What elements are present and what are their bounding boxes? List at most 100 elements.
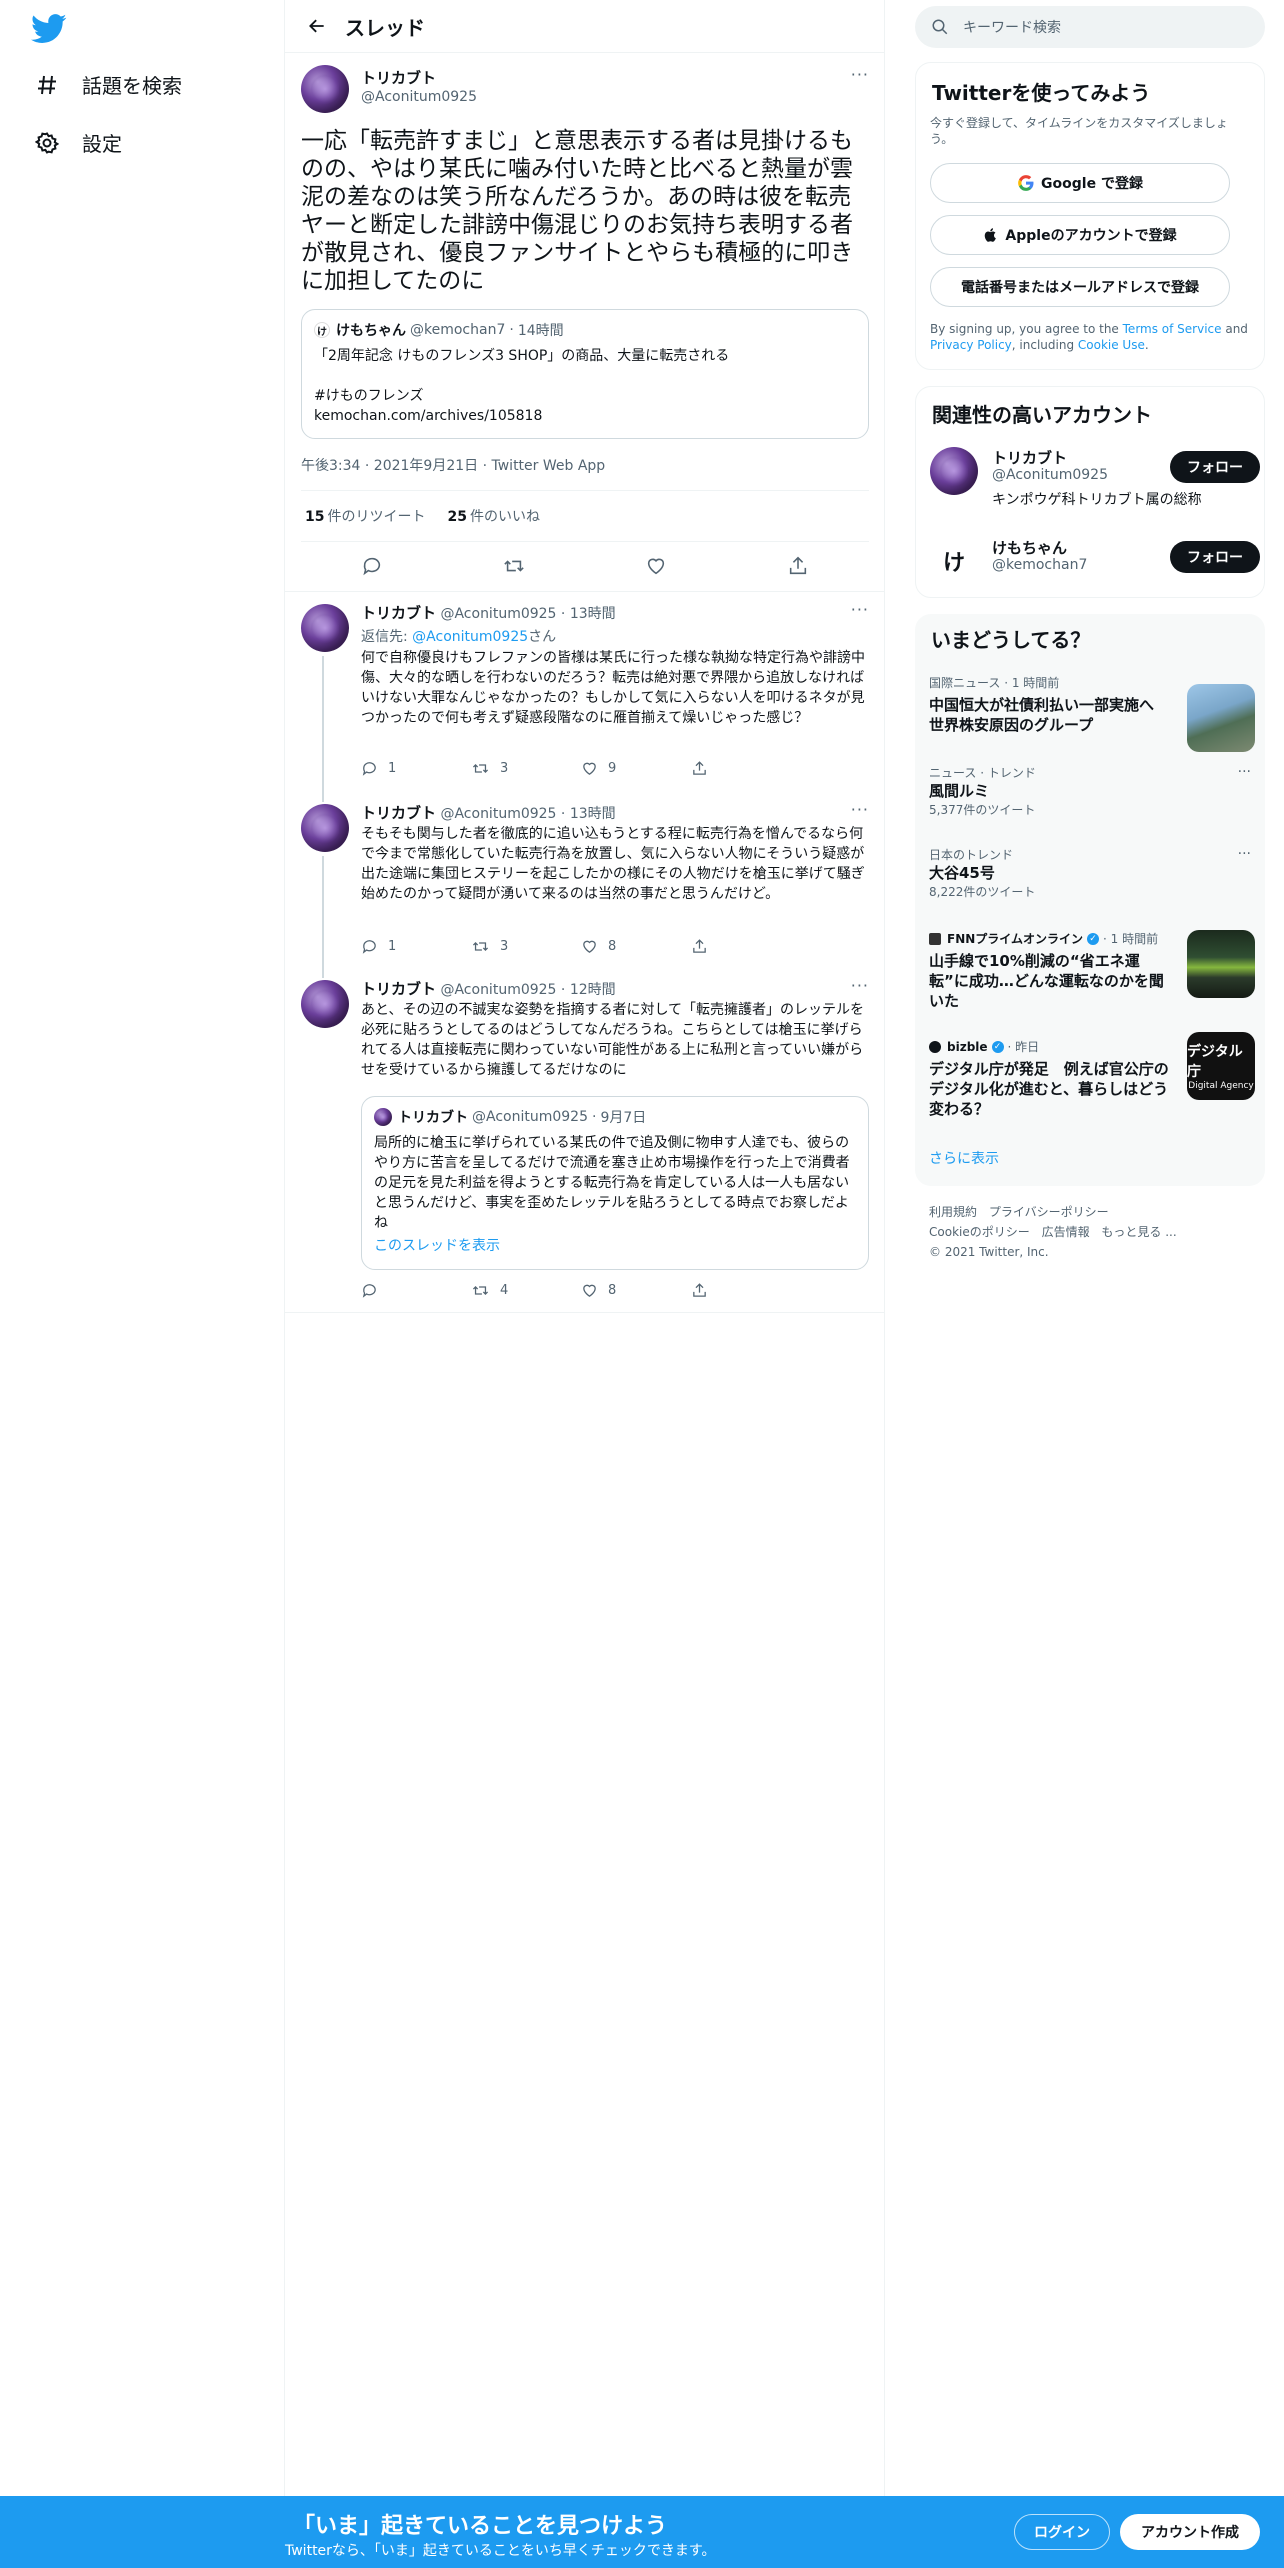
quoted-tweet[interactable]: トリカブト @Aconitum0925 · 9月7日 局所的に槍玉に挙げられてい… bbox=[361, 1096, 869, 1270]
tweet-timestamp[interactable]: 午後3:34 · 2021年9月21日 · Twitter Web App bbox=[301, 455, 605, 475]
retweet-stat[interactable]: 15 件のリツイート bbox=[305, 506, 425, 526]
like-button[interactable] bbox=[639, 549, 673, 583]
account-handle[interactable]: @kemochan7 bbox=[992, 557, 1087, 573]
footer-ads-link[interactable]: 広告情報 bbox=[1042, 1225, 1090, 1239]
author-name[interactable]: トリカブト bbox=[361, 67, 436, 88]
thread-line bbox=[322, 968, 324, 978]
retweet-button[interactable]: 4 bbox=[471, 1282, 581, 1299]
terms-link[interactable]: Terms of Service bbox=[1123, 322, 1222, 336]
login-button[interactable]: ログイン bbox=[1014, 2514, 1110, 2550]
avatar[interactable] bbox=[301, 65, 349, 113]
reply-tweet[interactable]: トリカブト @Aconitum0925 · 12時間 ··· あと、その辺の不誠… bbox=[285, 968, 885, 1312]
apple-signup-button[interactable]: Appleのアカウントで登録 bbox=[930, 215, 1230, 255]
share-icon bbox=[693, 761, 706, 775]
more-options-icon[interactable]: ··· bbox=[851, 800, 869, 819]
like-button[interactable]: 9 bbox=[581, 760, 691, 777]
account-name[interactable]: けもちゃん bbox=[992, 537, 1067, 558]
trend-item[interactable]: 国際ニュース · 1 時間前 中国恒大が社債利払い一部実施へ 世界株安原因のグル… bbox=[929, 674, 1255, 754]
author-handle[interactable]: @Aconitum0925 bbox=[361, 89, 477, 105]
reply-button[interactable] bbox=[355, 549, 389, 583]
share-button[interactable] bbox=[781, 549, 815, 583]
bottom-signup-bar: 「いま」起きていることを見つけよう Twitterなら、「いま」起きていることを… bbox=[0, 2496, 1284, 2568]
footer-privacy-link[interactable]: プライバシーポリシー bbox=[989, 1205, 1109, 1219]
trend-item[interactable]: ニュース · トレンド 風間ルミ 5,377件のツイート ··· bbox=[929, 764, 1255, 834]
twitter-logo-icon[interactable] bbox=[31, 14, 67, 44]
footer-terms-link[interactable]: 利用規約 bbox=[929, 1205, 977, 1219]
reply-icon bbox=[362, 1284, 376, 1298]
quoted-tweet[interactable]: け けもちゃん @kemochan7 · 14時間 「2周年記念 けものフレンズ… bbox=[301, 309, 869, 439]
show-thread-link[interactable]: このスレッドを表示 bbox=[374, 1235, 500, 1255]
trend-item[interactable]: bizble ✓ · 昨日 デジタル庁が発足 例えば官公庁のデジタル化が進むと、… bbox=[929, 1032, 1255, 1134]
retweet-button[interactable]: 3 bbox=[471, 760, 581, 777]
author-name[interactable]: トリカブト bbox=[361, 980, 436, 998]
relevant-title: 関連性の高いアカウント bbox=[932, 403, 1152, 427]
retweet-count: 4 bbox=[500, 1283, 509, 1298]
avatar[interactable] bbox=[301, 980, 349, 1028]
avatar[interactable] bbox=[930, 447, 978, 495]
account-name[interactable]: トリカブト bbox=[992, 447, 1067, 468]
nav-explore[interactable]: 話題を検索 bbox=[34, 70, 182, 99]
phone-email-signup-button[interactable]: 電話番号またはメールアドレスで登録 bbox=[930, 267, 1230, 307]
tweet-time[interactable]: 12時間 bbox=[570, 982, 616, 998]
account-item[interactable]: トリカブト @Aconitum0925 キンポウゲ科トリカブト属の総称 フォロー bbox=[930, 445, 1260, 515]
more-options-icon[interactable]: ··· bbox=[851, 600, 869, 619]
trend-source: bizble bbox=[947, 1039, 988, 1054]
retweet-button[interactable]: 3 bbox=[471, 938, 581, 955]
more-options-icon[interactable]: ··· bbox=[851, 65, 869, 84]
trend-context: 日本のトレンド bbox=[929, 848, 1014, 862]
follow-button[interactable]: フォロー bbox=[1170, 541, 1260, 573]
share-button[interactable] bbox=[691, 760, 801, 777]
separator-dot: · bbox=[592, 1109, 597, 1125]
follow-button[interactable]: フォロー bbox=[1170, 451, 1260, 483]
footer-more-link[interactable]: もっと見る ... bbox=[1101, 1225, 1176, 1239]
more-options-icon[interactable]: ··· bbox=[1238, 846, 1251, 862]
quote-author-handle: @Aconitum0925 bbox=[472, 1109, 588, 1125]
search-icon bbox=[931, 18, 949, 36]
trend-thumbnail bbox=[1187, 684, 1255, 752]
retweet-icon bbox=[504, 560, 524, 572]
nav-settings[interactable]: 設定 bbox=[34, 128, 122, 157]
signup-button[interactable]: アカウント作成 bbox=[1120, 2514, 1260, 2550]
reply-button[interactable] bbox=[361, 1282, 471, 1299]
cookie-link[interactable]: Cookie Use bbox=[1078, 338, 1145, 352]
reply-button[interactable]: 1 bbox=[361, 760, 471, 777]
reply-button[interactable]: 1 bbox=[361, 938, 471, 955]
avatar[interactable] bbox=[301, 604, 349, 652]
trend-item[interactable]: FNNプライムオンライン ✓ · 1 時間前 山手線で10%削減の“省エネ運転”… bbox=[929, 930, 1255, 1026]
signup-panel: Twitterを使ってみよう 今すぐ登録して、タイムラインをカスタマイズしましょ… bbox=[915, 62, 1265, 370]
like-stat[interactable]: 25 件のいいね bbox=[447, 506, 539, 526]
footer-cookie-link[interactable]: Cookieのポリシー bbox=[929, 1225, 1030, 1239]
author-name[interactable]: トリカブト bbox=[361, 604, 436, 622]
like-button[interactable]: 8 bbox=[581, 938, 691, 955]
trend-time: · 昨日 bbox=[1007, 1040, 1040, 1054]
reply-to-handle[interactable]: @Aconitum0925 bbox=[412, 629, 528, 645]
reply-tweet[interactable]: トリカブト @Aconitum0925 · 13時間 ··· 返信先: @Aco… bbox=[285, 592, 885, 792]
quote-avatar bbox=[374, 1108, 392, 1126]
avatar[interactable]: け bbox=[930, 537, 978, 585]
share-button[interactable] bbox=[691, 1282, 801, 1299]
author-handle[interactable]: @Aconitum0925 bbox=[440, 982, 556, 998]
account-item[interactable]: け けもちゃん @kemochan7 フォロー bbox=[930, 535, 1260, 605]
author-handle[interactable]: @Aconitum0925 bbox=[440, 806, 556, 822]
reply-header: トリカブト @Aconitum0925 · 13時間 bbox=[361, 602, 616, 623]
reply-tweet[interactable]: トリカブト @Aconitum0925 · 13時間 ··· そもそも関与した者… bbox=[285, 792, 885, 968]
more-options-icon[interactable]: ··· bbox=[851, 976, 869, 995]
more-options-icon[interactable]: ··· bbox=[1238, 764, 1251, 780]
retweet-button[interactable] bbox=[497, 549, 531, 583]
avatar[interactable] bbox=[301, 804, 349, 852]
author-handle[interactable]: @Aconitum0925 bbox=[440, 606, 556, 622]
separator-dot: · bbox=[509, 322, 514, 338]
tweet-time[interactable]: 13時間 bbox=[570, 606, 616, 622]
google-signup-button[interactable]: Google で登録 bbox=[930, 163, 1230, 203]
account-handle[interactable]: @Aconitum0925 bbox=[992, 467, 1108, 483]
trend-item[interactable]: 日本のトレンド 大谷45号 8,222件のツイート ··· bbox=[929, 846, 1255, 916]
tweet-time[interactable]: 13時間 bbox=[570, 806, 616, 822]
back-button[interactable] bbox=[289, 0, 345, 53]
author-name[interactable]: トリカブト bbox=[361, 804, 436, 822]
show-more-link[interactable]: さらに表示 bbox=[929, 1148, 999, 1168]
privacy-link[interactable]: Privacy Policy bbox=[930, 338, 1012, 352]
like-button[interactable]: 8 bbox=[581, 1282, 691, 1299]
share-button[interactable] bbox=[691, 938, 801, 955]
search-input[interactable]: キーワード検索 bbox=[915, 6, 1265, 48]
retweet-icon bbox=[472, 1286, 489, 1295]
